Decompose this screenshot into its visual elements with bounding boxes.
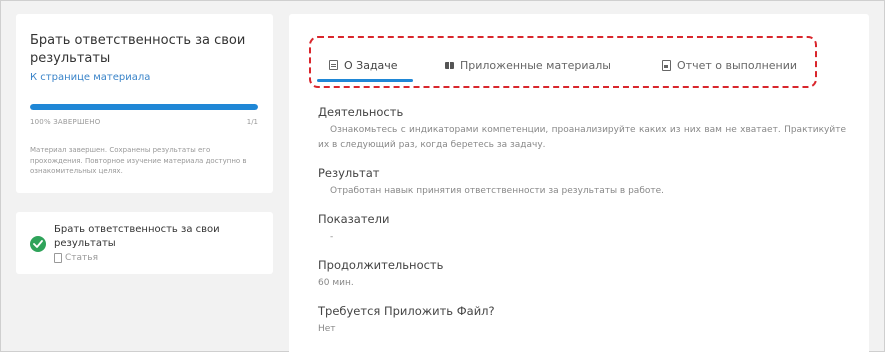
tab-about-task[interactable]: О Задаче [329, 52, 398, 78]
list-item-type-label: Статья [65, 253, 99, 263]
task-panel: О Задаче Приложенные материалы Отчет о в… [289, 14, 869, 352]
activity-section: Деятельность Ознакомьтесь с индикаторами… [318, 104, 846, 153]
progress-fill [30, 104, 258, 110]
course-title: Брать ответственность за свои результаты [30, 33, 246, 66]
duration-text: 60 мин. [318, 278, 354, 288]
list-item[interactable]: Брать ответственность за свои результаты… [16, 212, 273, 274]
tab-bar: О Задаче Приложенные материалы Отчет о в… [317, 52, 837, 82]
report-icon [662, 59, 671, 71]
file-required-text: Нет [318, 324, 336, 334]
active-tab-indicator [317, 79, 413, 82]
list-item-type: Статья [54, 253, 98, 263]
result-text: Отработан навык принятия ответственности… [330, 186, 665, 196]
tab-completion-report[interactable]: Отчет о выполнении [662, 52, 797, 78]
file-required-section: Требуется Приложить Файл? Нет [318, 303, 846, 337]
list-icon [329, 60, 338, 70]
progress-status: 100% ЗАВЕРШЕНО [30, 118, 101, 126]
tab-completion-report-label: Отчет о выполнении [677, 58, 798, 72]
task-details: Деятельность Ознакомьтесь с индикаторами… [318, 104, 846, 349]
check-circle-icon [30, 236, 46, 252]
indicators-section: Показатели - [318, 211, 846, 245]
progress-count: 1/1 [246, 118, 258, 126]
file-required-label: Требуется Приложить Файл? [318, 304, 495, 318]
result-section: Результат Отработан навык принятия ответ… [318, 165, 846, 199]
progress-bar [30, 104, 258, 110]
tab-about-task-label: О Задаче [344, 58, 398, 72]
book-icon [445, 61, 454, 69]
tab-attached-materials[interactable]: Приложенные материалы [445, 52, 611, 78]
completion-note: Материал завершен. Сохранены результаты … [30, 146, 247, 175]
document-icon [54, 253, 62, 263]
duration-label: Продолжительность [318, 258, 444, 272]
list-item-title: Брать ответственность за свои результаты [54, 224, 220, 249]
result-label: Результат [318, 166, 380, 180]
activity-label: Деятельность [318, 105, 404, 119]
indicators-text: - [330, 232, 334, 242]
course-card: Брать ответственность за свои результаты… [16, 14, 273, 193]
duration-section: Продолжительность 60 мин. [318, 257, 846, 291]
back-to-material-link[interactable]: К странице материала [30, 72, 150, 83]
activity-text: Ознакомьтесь с индикаторами компетенции,… [318, 125, 846, 150]
indicators-label: Показатели [318, 212, 390, 226]
tab-attached-materials-label: Приложенные материалы [460, 58, 611, 72]
